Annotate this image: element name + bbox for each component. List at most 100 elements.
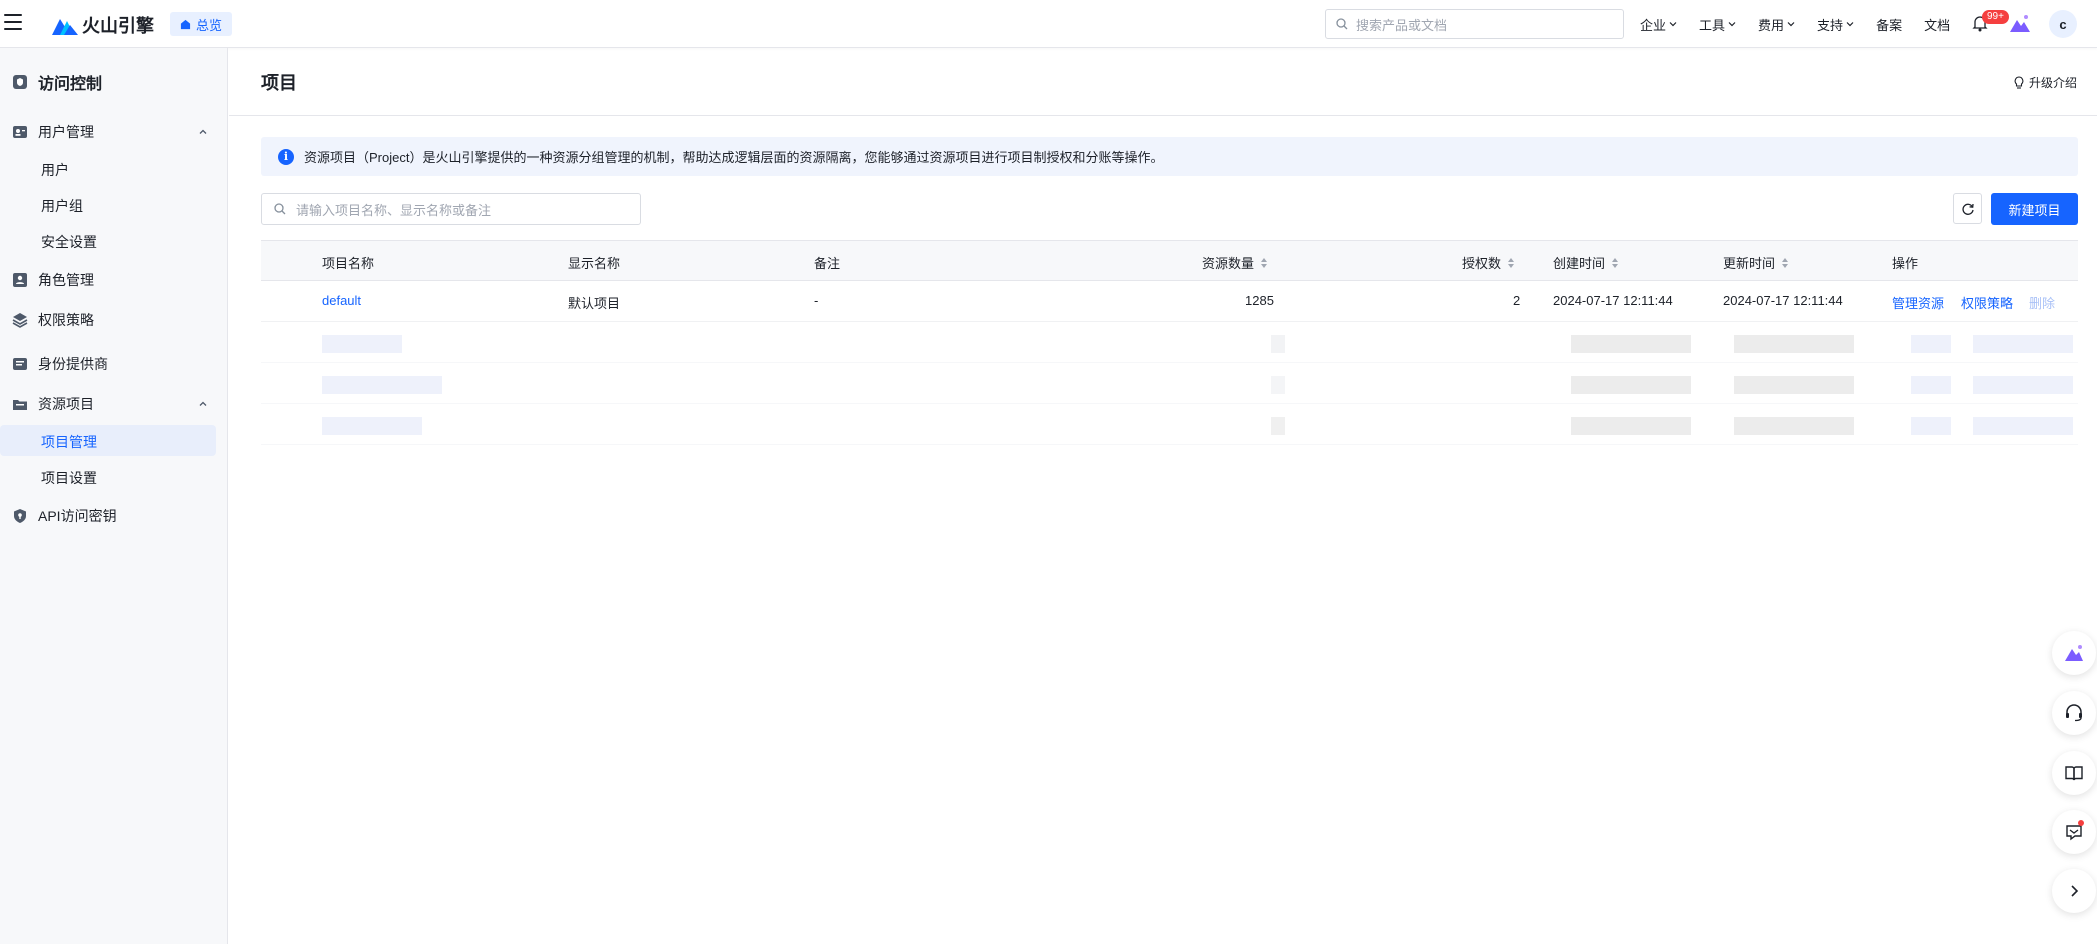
chevron-down-icon [1846,22,1854,27]
blurred-cell [1571,335,1691,353]
feedback-dot [2078,820,2084,826]
search-icon [274,203,286,215]
brand-name: 火山引擎 [82,16,154,36]
blurred-table-row [261,404,2078,445]
blurred-table-row [261,363,2078,404]
float-docs-button[interactable] [2052,751,2096,795]
float-support-button[interactable] [2052,691,2096,735]
info-banner: i 资源项目（Project）是火山引擎提供的一种资源分组管理的机制，帮助达成逻… [261,137,2078,176]
hamburger-menu-icon[interactable] [4,14,22,30]
sidebar-item-label: 资源项目 [38,396,94,412]
sidebar-item-label: API访问密钥 [38,508,117,524]
float-ai-assistant-button[interactable] [2052,631,2096,675]
display-name-cell: 默认项目 [568,296,621,311]
nav-billing-label: 费用 [1758,17,1785,33]
blurred-cell [1911,376,1951,394]
table-header: 项目名称 显示名称 备注 资源数量 授权数 创建时间 更新时间 操作 [261,240,2078,281]
blurred-cell [1571,417,1691,435]
user-avatar[interactable]: c [2049,10,2077,38]
sidebar-item-user-management[interactable]: 用户管理 [12,122,208,142]
global-search-input[interactable]: 搜索产品或文档 [1325,9,1624,39]
col-created-time[interactable]: 创建时间 [1553,253,1619,272]
project-search-placeholder: 请输入项目名称、显示名称或备注 [296,202,492,218]
col-grant-count[interactable]: 授权数 [1462,253,1515,272]
sidebar-item-api-keys[interactable]: API访问密钥 [12,506,208,526]
blurred-cell [1911,335,1951,353]
project-name-link[interactable]: default [322,293,361,308]
blurred-cell [1734,376,1854,394]
nav-docs[interactable]: 文档 [1924,15,1950,34]
global-search-placeholder: 搜索产品或文档 [1356,17,1448,33]
chevron-down-icon [1787,22,1795,27]
col-remark-label: 备注 [814,256,841,271]
nav-enterprise[interactable]: 企业 [1640,15,1677,34]
ai-assistant-icon[interactable] [2010,14,2030,32]
upgrade-intro-label: 升级介绍 [2028,76,2077,90]
sidebar-item-label: 角色管理 [38,272,94,288]
col-updated-time-label: 更新时间 [1723,256,1776,271]
col-actions-label: 操作 [1892,256,1919,271]
ai-mountain-icon [2065,645,2083,661]
new-project-button[interactable]: 新建项目 [1991,193,2078,225]
nav-support[interactable]: 支持 [1817,15,1854,34]
key-shield-icon [14,509,26,523]
sidebar-item-identity-providers[interactable]: 身份提供商 [12,354,208,374]
notification-badge: 99+ [1982,10,2009,24]
projects-table: 项目名称 显示名称 备注 资源数量 授权数 创建时间 更新时间 操作 defau… [261,240,2078,445]
sidebar-title: 访问控制 [38,76,103,93]
sidebar-item-roles[interactable]: 角色管理 [12,270,208,290]
blurred-cell [322,335,402,353]
sort-icon[interactable] [1507,257,1515,269]
sidebar-item-resource-projects[interactable]: 资源项目 [12,394,208,414]
col-updated-time[interactable]: 更新时间 [1723,253,1789,272]
info-text: 资源项目（Project）是火山引擎提供的一种资源分组管理的机制，帮助达成逻辑层… [304,150,1164,165]
search-icon [1336,18,1348,30]
page-title: 项目 [261,73,297,93]
chevron-right-icon [2071,885,2079,897]
chevron-up-icon[interactable] [198,127,208,137]
col-grant-count-label: 授权数 [1462,256,1502,271]
float-feedback-button[interactable] [2052,810,2096,854]
role-icon [13,273,27,287]
brand-logo[interactable]: 火山引擎 [52,12,154,38]
resource-count-cell: 1285 [1245,293,1274,308]
sidebar-item-user-groups[interactable]: 用户组 [41,196,83,216]
grant-count-cell: 2 [1513,293,1521,308]
upgrade-intro-link[interactable]: 升级介绍 [2013,74,2077,91]
sort-icon[interactable] [1781,257,1789,269]
blurred-cell [1734,417,1854,435]
chevron-up-icon[interactable] [198,399,208,409]
sidebar-item-security-settings[interactable]: 安全设置 [41,232,97,252]
overview-button[interactable]: 总览 [170,12,233,36]
sort-icon[interactable] [1611,257,1619,269]
col-display-name-label: 显示名称 [568,256,621,271]
nav-enterprise-label: 企业 [1640,17,1667,33]
sort-icon[interactable] [1260,257,1268,269]
col-resource-count-label: 资源数量 [1202,256,1255,271]
blurred-cell [1973,376,2073,394]
sidebar-item-users[interactable]: 用户 [41,160,69,180]
nav-filing[interactable]: 备案 [1876,15,1902,34]
chevron-down-icon [1669,22,1677,27]
col-resource-count[interactable]: 资源数量 [1202,253,1268,272]
volcano-logo-icon [52,19,78,35]
sidebar-item-project-management[interactable]: 项目管理 [0,425,216,456]
permission-policy-link[interactable]: 权限策略 [1961,293,2013,312]
nav-tools[interactable]: 工具 [1699,15,1736,34]
book-icon [2065,766,2083,781]
blurred-cell [1271,376,1285,394]
sidebar-item-project-settings[interactable]: 项目设置 [41,468,97,488]
nav-billing[interactable]: 费用 [1758,15,1795,34]
col-display-name: 显示名称 [568,253,620,272]
sidebar-item-policies[interactable]: 权限策略 [12,310,208,330]
project-search-input[interactable]: 请输入项目名称、显示名称或备注 [261,193,641,225]
refresh-button[interactable] [1953,193,1982,224]
manage-resources-link[interactable]: 管理资源 [1892,293,1944,312]
blurred-cell [1911,417,1951,435]
float-collapse-button[interactable] [2052,869,2096,913]
page-header: 项目 升级介绍 [229,48,2097,116]
user-card-icon [13,126,27,138]
lightbulb-icon [2014,76,2024,89]
folder-icon [13,400,27,410]
top-nav-links: 企业 工具 费用 支持 备案 文档 [1640,0,1950,48]
